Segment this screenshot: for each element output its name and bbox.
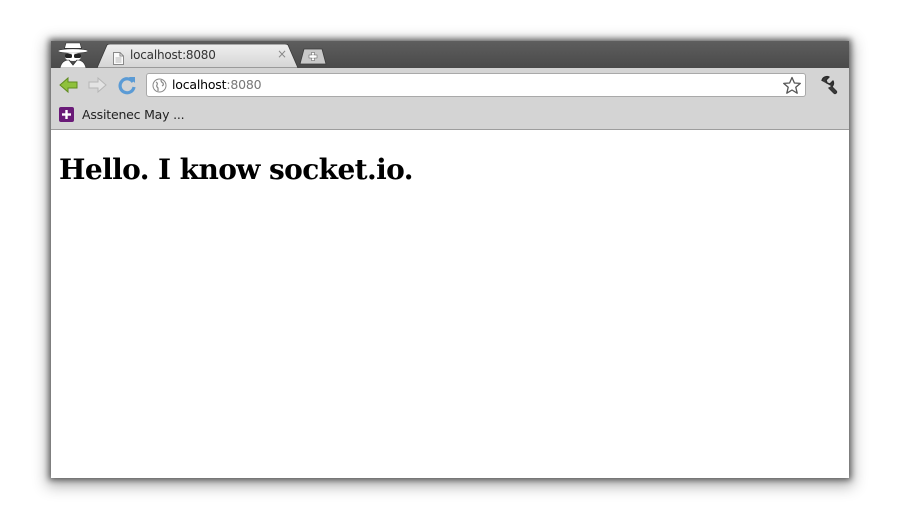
page-content: Hello. I know socket.io. xyxy=(51,130,849,478)
reload-icon[interactable] xyxy=(117,75,137,95)
toolbar: localhost:8080 xyxy=(51,68,849,102)
tab-close-icon[interactable]: × xyxy=(275,47,289,61)
new-tab-button[interactable] xyxy=(299,48,327,65)
globe-icon xyxy=(152,78,167,93)
url-host: localhost xyxy=(172,77,227,92)
url-port: :8080 xyxy=(226,77,262,92)
browser-window: localhost:8080 × localhost:8080 Assitene… xyxy=(51,41,849,478)
tab-title: localhost:8080 xyxy=(130,48,216,62)
url-text: localhost:8080 xyxy=(172,77,262,92)
page-icon xyxy=(113,50,124,65)
wrench-icon[interactable] xyxy=(818,75,838,95)
tab-localhost[interactable]: localhost:8080 × xyxy=(97,44,299,68)
star-icon[interactable] xyxy=(782,76,802,95)
back-arrow-icon[interactable] xyxy=(59,75,79,95)
address-bar[interactable]: localhost:8080 xyxy=(146,73,806,97)
plus-icon xyxy=(59,107,74,122)
bookmark-label: Assitenec May ... xyxy=(82,107,185,122)
forward-arrow-icon[interactable] xyxy=(87,75,107,95)
incognito-icon xyxy=(55,41,91,69)
bookmarks-bar: Assitenec May ... xyxy=(51,102,849,130)
page-heading: Hello. I know socket.io. xyxy=(59,153,414,186)
tab-strip: localhost:8080 × xyxy=(51,41,849,69)
